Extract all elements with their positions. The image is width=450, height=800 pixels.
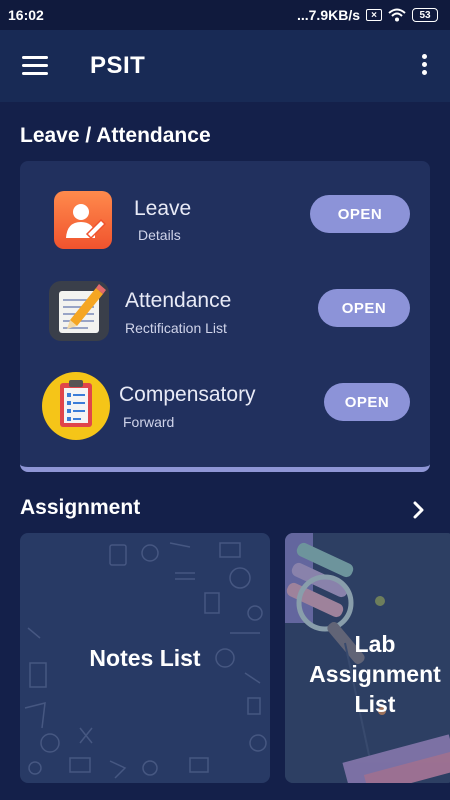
compensatory-title: Compensatory (119, 383, 256, 406)
clipboard-checklist-icon (41, 371, 111, 441)
lab-assignment-tile[interactable]: Lab Assignment List (285, 533, 450, 783)
network-speed: ...7.9KB/s (296, 7, 360, 23)
leave-attendance-card: Leave Details OPEN Attendance Rectificat… (20, 161, 430, 472)
chevron-right-icon[interactable] (412, 500, 426, 520)
hamburger-menu-icon[interactable] (22, 56, 48, 76)
compensatory-subtitle: Forward (123, 414, 175, 430)
attendance-subtitle: Rectification List (125, 320, 227, 336)
status-bar: 16:02 ...7.9KB/s × 53 (0, 0, 450, 30)
leave-section-title: Leave / Attendance (20, 124, 211, 147)
leave-subtitle: Details (138, 227, 181, 243)
status-right: ...7.9KB/s × 53 (297, 7, 438, 23)
notepad-pencil-icon (48, 280, 110, 342)
lab-assignment-label: Lab Assignment List (309, 631, 441, 717)
battery-icon: 53 (412, 8, 438, 22)
status-time: 16:02 (8, 7, 44, 23)
sim-x-icon: × (366, 9, 382, 21)
list-item-compensatory: Compensatory Forward OPEN (20, 368, 430, 448)
assignment-section-title: Assignment (20, 496, 141, 519)
list-item-leave: Leave Details OPEN (20, 181, 430, 261)
more-vertical-icon[interactable] (420, 54, 428, 78)
leave-title: Leave (134, 197, 192, 220)
attendance-title: Attendance (125, 289, 232, 312)
app-bar: PSIT (0, 30, 450, 102)
list-item-attendance: Attendance Rectification List OPEN (20, 274, 430, 354)
leave-person-icon (53, 190, 113, 250)
leave-open-button[interactable]: OPEN (310, 195, 410, 233)
wifi-icon (388, 8, 406, 22)
notes-list-label: Notes List (89, 645, 201, 671)
notes-list-tile[interactable]: Notes List (20, 533, 270, 783)
attendance-open-button[interactable]: OPEN (318, 289, 410, 327)
compensatory-open-button[interactable]: OPEN (324, 383, 410, 421)
app-title: PSIT (90, 52, 146, 79)
